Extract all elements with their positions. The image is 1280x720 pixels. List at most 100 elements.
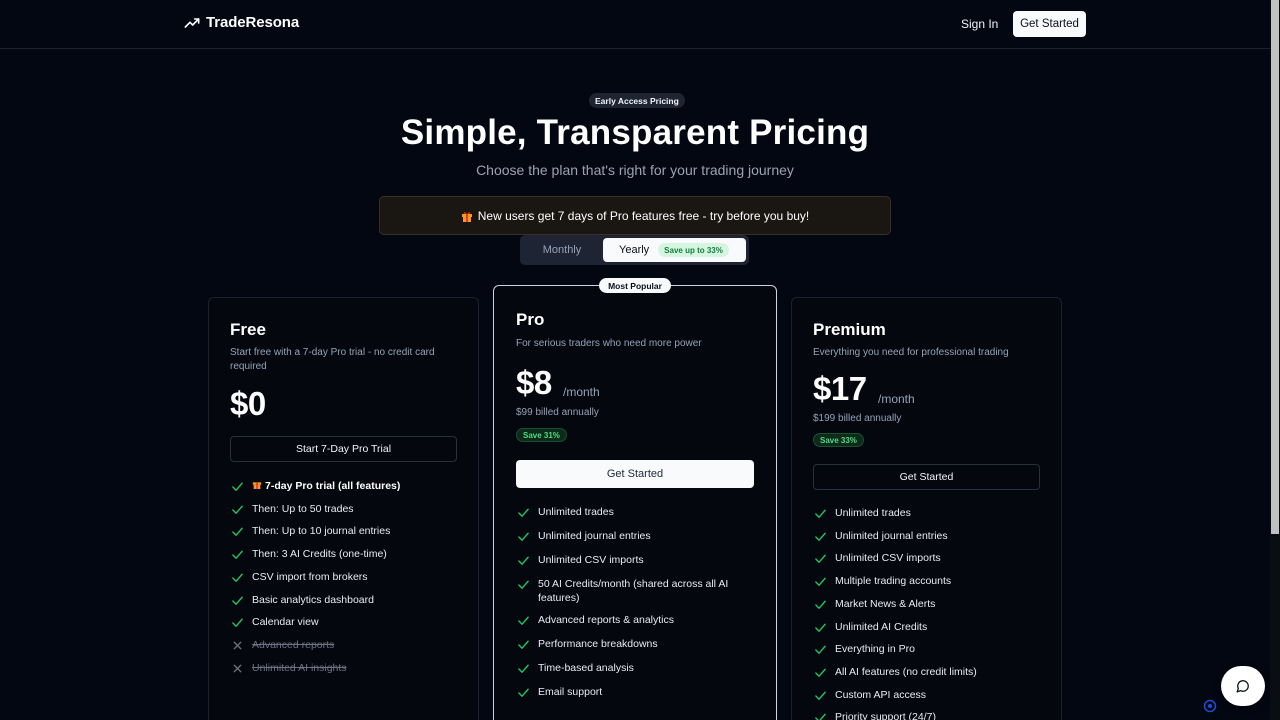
check-icon xyxy=(518,532,529,541)
feature-text: Unlimited AI Credits xyxy=(835,620,928,633)
feature-text: Time-based analysis xyxy=(538,662,634,674)
feature-item: Basic analytics dashboard xyxy=(231,593,451,607)
feature-text: Advanced reports & analytics xyxy=(538,614,674,626)
plan-price: $0 xyxy=(230,385,266,422)
check-icon xyxy=(232,618,243,628)
plan-price: $17 xyxy=(813,370,867,407)
feature-text: All AI features (no credit limits) xyxy=(835,665,977,678)
feature-item: 50 AI Credits/month (shared across all A… xyxy=(517,577,742,605)
check-icon xyxy=(815,532,826,541)
feature-text: Priority support (24/7) xyxy=(835,711,936,720)
plan-name: Free xyxy=(230,320,266,339)
plan-description: For serious traders who need more power xyxy=(516,338,702,349)
check-icon xyxy=(815,691,826,700)
check-icon xyxy=(232,550,243,560)
feature-text: Unlimited journal entries xyxy=(835,529,948,542)
check-icon xyxy=(815,713,826,720)
feature-text: Multiple trading accounts xyxy=(835,575,952,588)
feature-item: Unlimited journal entries xyxy=(814,529,1034,543)
feature-item: Then: 3 AI Credits (one-time) xyxy=(231,547,451,561)
feature-text: 7-day Pro trial (all features) xyxy=(252,479,400,493)
check-icon xyxy=(232,527,243,537)
feature-text: CSV import from brokers xyxy=(252,570,368,583)
check-icon xyxy=(518,580,529,589)
feature-text: Market News & Alerts xyxy=(835,597,936,610)
trending-up-icon xyxy=(184,17,200,28)
early-access-badge: Early Access Pricing xyxy=(589,93,685,108)
plan-period: /month xyxy=(563,385,600,399)
plan-billed-annually: $99 billed annually xyxy=(516,407,599,418)
start-trial-button[interactable]: Start 7-Day Pro Trial xyxy=(230,436,457,462)
feature-item: Unlimited AI insights xyxy=(231,661,451,675)
check-icon xyxy=(815,554,826,564)
page-title: Simple, Transparent Pricing xyxy=(400,113,870,152)
check-icon xyxy=(518,556,529,565)
feature-item: Advanced reports xyxy=(231,638,451,652)
check-icon xyxy=(815,645,826,655)
feature-text: Then: Up to 50 trades xyxy=(252,502,354,515)
billing-yearly-option[interactable]: Yearly Save up to 33% xyxy=(603,238,746,262)
feature-text: Calendar view xyxy=(252,616,319,629)
check-icon xyxy=(518,688,529,697)
check-icon xyxy=(232,482,243,491)
feature-item: Unlimited trades xyxy=(814,506,1034,520)
pro-get-started-button[interactable]: Get Started xyxy=(516,460,754,488)
feature-item: Then: Up to 50 trades xyxy=(231,502,451,516)
plan-description: Everything you need for professional tra… xyxy=(813,347,1009,358)
check-icon xyxy=(815,577,826,587)
plan-name: Premium xyxy=(813,320,886,339)
x-icon xyxy=(233,641,242,650)
brand-logo[interactable]: TradeResona xyxy=(184,14,299,31)
feature-item: Unlimited CSV imports xyxy=(517,553,742,567)
billing-monthly-option[interactable]: Monthly xyxy=(524,238,600,262)
chat-bubble-icon xyxy=(1236,680,1249,693)
feature-item: All AI features (no credit limits) xyxy=(814,665,1034,679)
feature-text: Unlimited trades xyxy=(538,506,614,518)
nav-get-started-button[interactable]: Get Started xyxy=(1013,11,1086,37)
yearly-save-badge: Save up to 33% xyxy=(658,243,729,257)
premium-get-started-button[interactable]: Get Started xyxy=(813,464,1040,490)
feature-item: 7-day Pro trial (all features) xyxy=(231,479,451,493)
scrollbar-thumb[interactable] xyxy=(1271,0,1279,534)
yearly-label: Yearly xyxy=(619,244,650,256)
feature-item: Priority support (24/7) xyxy=(814,710,1034,720)
feature-text: Unlimited CSV imports xyxy=(538,554,644,566)
feature-item: Email support xyxy=(517,685,742,699)
feature-item: Unlimited trades xyxy=(517,505,742,519)
feature-text: Custom API access xyxy=(835,688,927,701)
plan-save-badge: Save 33% xyxy=(813,433,864,447)
feature-text: Performance breakdowns xyxy=(538,638,658,650)
feature-item: Custom API access xyxy=(814,688,1034,702)
feature-text: Unlimited CSV imports xyxy=(835,552,941,565)
check-icon xyxy=(232,505,243,514)
feature-item: Advanced reports & analytics xyxy=(517,613,742,627)
feature-text: Then: Up to 10 journal entries xyxy=(252,525,391,538)
plan-billed-annually: $199 billed annually xyxy=(813,413,902,424)
sign-in-link[interactable]: Sign In xyxy=(952,11,1007,37)
feature-text: Unlimited trades xyxy=(835,507,911,519)
feature-text: Basic analytics dashboard xyxy=(252,593,374,606)
feature-item: Unlimited CSV imports xyxy=(814,551,1034,565)
gift-icon xyxy=(461,211,472,222)
gift-icon xyxy=(252,482,262,489)
plan-price: $8 xyxy=(516,364,552,401)
feature-text: 50 AI Credits/month (shared across all A… xyxy=(538,578,729,604)
feature-item: Market News & Alerts xyxy=(814,597,1034,611)
check-icon xyxy=(815,668,826,677)
billing-toggle: Monthly Yearly Save up to 33% xyxy=(520,235,749,265)
plan-description: Start free with a 7-day Pro trial - no c… xyxy=(230,347,435,372)
feature-item: Everything in Pro xyxy=(814,642,1034,656)
check-icon xyxy=(232,573,243,582)
feature-item: Then: Up to 10 journal entries xyxy=(231,524,451,538)
plan-save-badge: Save 31% xyxy=(516,428,567,442)
feature-item: Performance breakdowns xyxy=(517,637,742,651)
plan-period: /month xyxy=(878,392,915,406)
gear-icon[interactable] xyxy=(1203,699,1217,713)
check-icon xyxy=(815,509,826,518)
check-icon xyxy=(518,616,529,625)
chat-widget-button[interactable] xyxy=(1221,666,1265,706)
check-icon xyxy=(232,596,243,605)
trial-promo-banner: New users get 7 days of Pro features fre… xyxy=(379,196,891,235)
page-scrollbar[interactable] xyxy=(1270,0,1280,720)
most-popular-badge: Most Popular xyxy=(599,278,671,293)
